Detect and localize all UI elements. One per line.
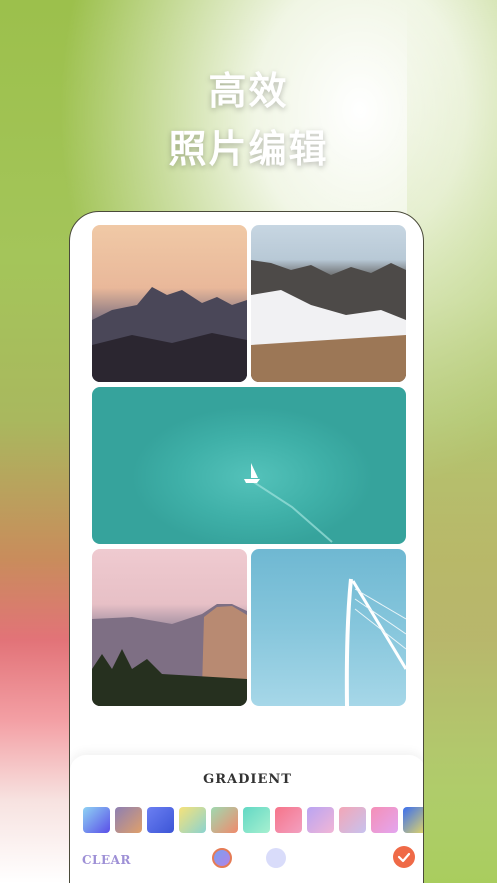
photo-half-dome-dusk[interactable] — [92, 549, 247, 706]
photo-sailboat-on-sea[interactable] — [92, 387, 406, 544]
photo-mountain-sunset[interactable] — [92, 225, 247, 382]
sailboat-graphic — [244, 463, 333, 543]
mountain-silhouette — [92, 287, 247, 382]
selected-gradient-dot[interactable] — [212, 848, 232, 868]
gradient-swatch[interactable] — [211, 807, 238, 833]
bridge-graphic — [344, 578, 406, 706]
gradient-swatch[interactable] — [275, 807, 302, 833]
gradient-swatch[interactable] — [179, 807, 206, 833]
gradient-swatch[interactable] — [147, 807, 174, 833]
alternate-gradient-dot[interactable] — [266, 848, 286, 868]
gradient-panel: GRADIENT CLEAR — [70, 755, 423, 883]
gradient-swatch[interactable] — [115, 807, 142, 833]
gradient-swatch[interactable] — [339, 807, 366, 833]
phone-mockup: GRADIENT CLEAR — [69, 211, 424, 883]
ridge-silhouette — [251, 260, 406, 382]
valley-silhouette — [92, 604, 247, 706]
gradient-swatch[interactable] — [307, 807, 334, 833]
gradient-swatch[interactable] — [371, 807, 398, 833]
confirm-button[interactable] — [393, 846, 415, 868]
headline-line1: 高效 — [208, 69, 289, 113]
clear-button[interactable]: CLEAR — [82, 853, 131, 867]
headline-line2: 照片编辑 — [168, 127, 329, 171]
photo-cable-bridge-sky[interactable] — [251, 549, 406, 706]
gradient-swatch[interactable] — [83, 807, 110, 833]
photo-snowy-ridge[interactable] — [251, 225, 406, 382]
gradient-swatch[interactable] — [403, 807, 423, 833]
panel-title: GRADIENT — [203, 772, 292, 787]
check-icon — [397, 852, 411, 863]
gradient-swatch[interactable] — [243, 807, 270, 833]
gradient-swatch-list[interactable] — [83, 807, 423, 835]
